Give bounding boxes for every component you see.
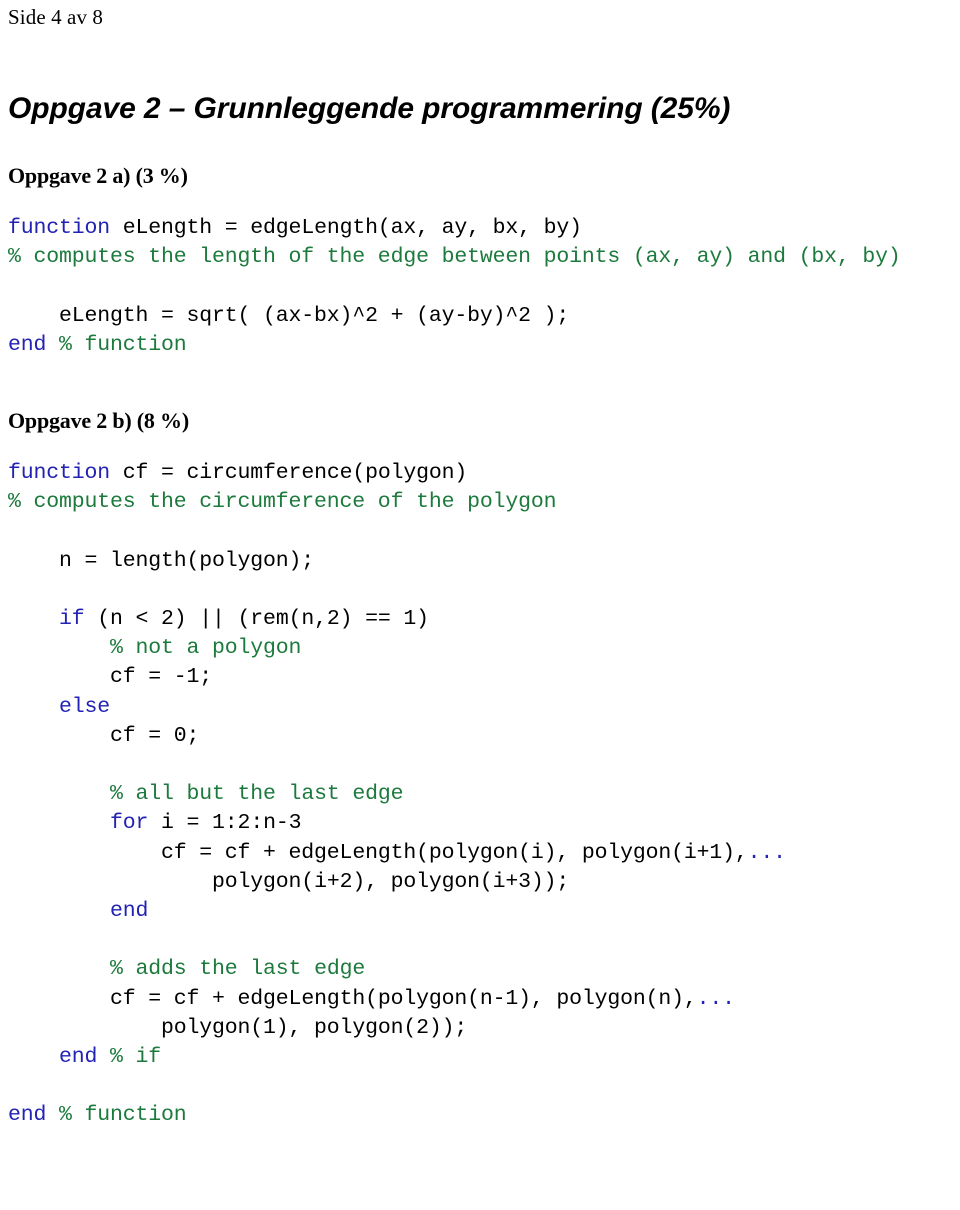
- code-text: (n < 2) || (rem(n,2) == 1): [84, 606, 429, 631]
- code-line: % all but the last edge: [8, 780, 952, 809]
- code-line: end: [8, 897, 952, 926]
- code-keyword: else: [59, 694, 111, 719]
- code-line: cf = 0;: [8, 722, 952, 751]
- code-line: else: [8, 693, 952, 722]
- code-keyword: function: [8, 216, 111, 240]
- code-comment: % all but the last edge: [110, 782, 404, 807]
- code-line: % adds the last edge: [8, 955, 952, 984]
- code-comment: % computes the circumference of the poly…: [8, 490, 557, 515]
- code-keyword: function: [8, 461, 111, 485]
- code-comment: % adds the last edge: [110, 957, 366, 982]
- code-text: cf = -1;: [8, 665, 213, 690]
- code-keyword: if: [59, 606, 85, 631]
- code-line: % computes the circumference of the poly…: [8, 488, 952, 517]
- code-line: cf = cf + edgeLength(polygon(i), polygon…: [8, 839, 952, 868]
- code-comment: % function: [59, 1103, 187, 1128]
- code-keyword: end: [110, 899, 149, 923]
- section-heading-2a: Oppgave 2 a) (3 %): [8, 163, 188, 188]
- code-comment: % if: [110, 1045, 162, 1069]
- code-line: end % if: [8, 1043, 952, 1072]
- document-page: Side 4 av 8 Oppgave 2 – Grunnleggende pr…: [0, 0, 960, 1210]
- code-line: for i = 1:2:n-3: [8, 809, 952, 838]
- code-line: % not a polygon: [8, 634, 952, 663]
- code-line: function cf = circumference(polygon): [8, 459, 952, 488]
- code-block-2b: function cf = circumference(polygon)% co…: [8, 459, 952, 1131]
- code-text: cf = cf + edgeLength(polygon(n-1), polyg…: [8, 986, 697, 1011]
- code-keyword: end: [59, 1045, 98, 1069]
- code-line: cf = -1;: [8, 663, 952, 692]
- code-text: i = 1:2:n-3: [148, 811, 302, 836]
- code-line: cf = cf + edgeLength(polygon(n-1), polyg…: [8, 985, 952, 1014]
- code-line: end % function: [8, 1101, 952, 1130]
- code-line: n = length(polygon);: [8, 547, 952, 576]
- code-text: polygon(1), polygon(2));: [8, 1015, 468, 1040]
- code-line: function eLength = edgeLength(ax, ay, bx…: [8, 214, 952, 243]
- code-text: cf = cf + edgeLength(polygon(i), polygon…: [8, 840, 748, 865]
- code-line: end % function: [8, 331, 952, 360]
- code-comment: % computes the length of the edge betwee…: [8, 245, 901, 270]
- code-text: cf = circumference(polygon): [110, 461, 468, 485]
- code-comment: % not a polygon: [110, 636, 302, 661]
- code-line: % computes the length of the edge betwee…: [8, 243, 952, 272]
- page-indicator: Side 4 av 8: [8, 5, 104, 29]
- code-keyword: for: [110, 811, 149, 836]
- code-text: polygon(i+2), polygon(i+3));: [8, 869, 570, 894]
- code-text: eLength = sqrt( (ax-bx)^2 + (ay-by)^2 );: [8, 303, 570, 328]
- code-keyword: end: [8, 332, 47, 357]
- code-continuation: ...: [696, 986, 735, 1011]
- code-text: eLength = edgeLength(ax, ay, bx, by): [110, 216, 582, 240]
- code-text: n = length(polygon);: [8, 548, 315, 573]
- code-text: cf = 0;: [8, 723, 200, 748]
- code-block-2a: function eLength = edgeLength(ax, ay, bx…: [8, 214, 952, 360]
- code-continuation: ...: [747, 840, 786, 865]
- page-title: Oppgave 2 – Grunnleggende programmering …: [8, 92, 731, 125]
- code-line: polygon(i+2), polygon(i+3));: [8, 868, 952, 897]
- code-keyword: end: [8, 1103, 47, 1128]
- code-line: polygon(1), polygon(2));: [8, 1014, 952, 1043]
- section-heading-2b: Oppgave 2 b) (8 %): [8, 408, 189, 433]
- code-comment: % function: [59, 332, 187, 357]
- code-line: if (n < 2) || (rem(n,2) == 1): [8, 605, 952, 634]
- code-line: eLength = sqrt( (ax-bx)^2 + (ay-by)^2 );: [8, 302, 952, 331]
